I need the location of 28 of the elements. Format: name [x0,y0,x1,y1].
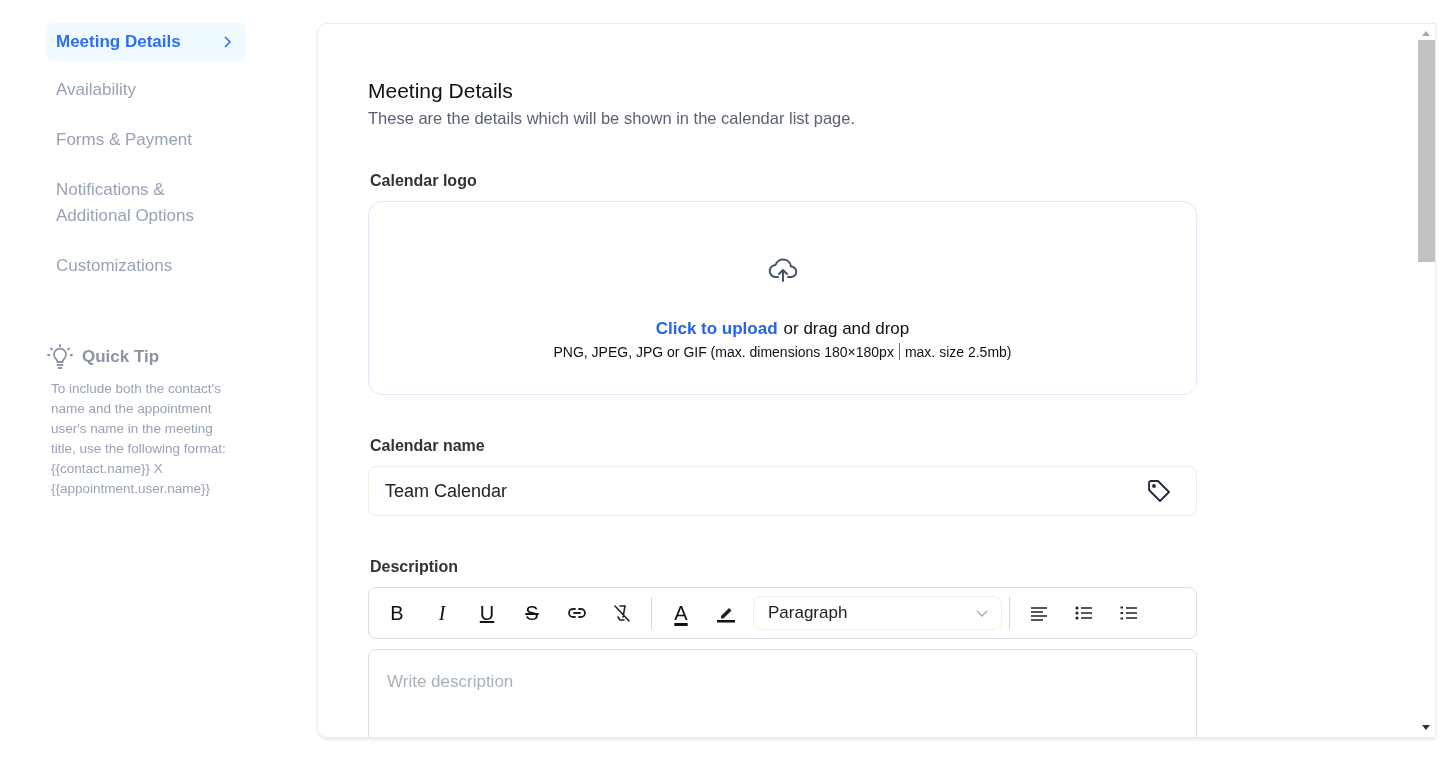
description-field[interactable]: Write description [368,649,1197,737]
upload-hint: max. size 2.5mb) [904,343,1012,360]
name-field[interactable]: Team Calendar [368,466,1197,516]
bold-button[interactable]: B [375,595,419,631]
tip-title: Quick Tip [82,347,160,367]
text-color-button[interactable]: A [659,595,703,631]
upload-link[interactable]: Click to upload [655,319,778,339]
paragraph-dropdown[interactable]: Paragraph [753,596,1002,630]
underline-button[interactable]: U [465,595,509,631]
italic-button[interactable]: I [420,595,464,631]
scrollbar-thumb[interactable] [1417,40,1435,262]
nav-item[interactable]: Meeting Details [46,23,246,61]
upload-dropzone[interactable]: Click to upload or drag and drop PNG, JPEG, JPG or GIF (max. dimensions 180×180px max. size 2.5mb) [368,201,1197,395]
strike-button[interactable]: S [510,595,554,631]
tag-icon [1146,478,1172,504]
upload-text: or drag and drop [783,319,910,339]
chevron-down-icon [975,608,989,618]
upload-hint: PNG, JPEG, JPG or GIF (max. dimensions 180×180px [553,343,894,360]
scroll-down-icon[interactable] [1421,725,1431,731]
chevron-right-icon [222,35,232,49]
clear-format-icon [612,603,632,623]
field-label: Calendar logo [370,172,478,190]
field-label: Description [370,558,459,576]
tip-text: To include both the contact's name and the appointment user's name in the meeting title, use the following format: {{contact.name}} X {{appointment.user.name}} [51,380,227,498]
section-title: Meeting Details [368,79,514,103]
field-label: Calendar name [370,437,486,455]
section-subtitle: These are the details which will be shown in the calendar list page. [368,109,857,128]
lightbulb-icon [46,343,74,371]
